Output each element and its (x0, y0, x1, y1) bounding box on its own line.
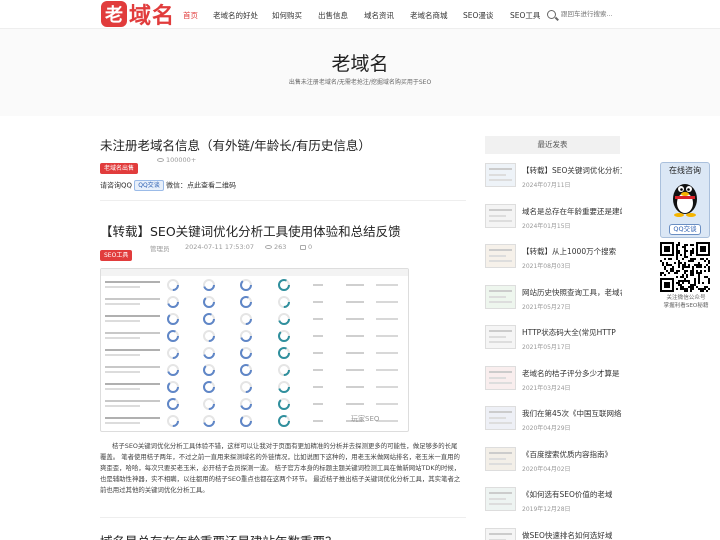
recent-post-title[interactable]: 做SEO快速排名如何选好域 (522, 530, 622, 540)
consult-title: 在线咨询 (669, 166, 701, 175)
nav-item-seo-tools[interactable]: SEO工具 (510, 10, 540, 21)
recent-post-title[interactable]: 域名是总存在年龄重要还是建站年数重要 (522, 206, 622, 217)
nav-item-shop[interactable]: 老域名商城 (410, 10, 448, 21)
recent-post-title[interactable]: 《百度搜索优质内容指南》 (522, 449, 622, 460)
recent-post-item[interactable]: 我们在第45次《中国互联网络 2020年04月29日 (485, 406, 622, 444)
site-title: 老域名 (331, 53, 389, 75)
post-card: 【转载】SEO关键词优化分析工具使用体验和总结反馈 SEO工具 管理员 2024… (100, 221, 466, 521)
tool-screenshot-image: 玩家SEO (101, 269, 408, 427)
divider (100, 517, 466, 518)
recent-post-item[interactable]: 网站历史快照查询工具，老域名 2021年05月27日 (485, 284, 622, 323)
qr-caption-line2: 掌握利看SEO秘籍 (663, 303, 709, 309)
recent-post-title[interactable]: 老域名的桔子评分多少才算是 (522, 368, 622, 379)
wechat-qr-code (660, 242, 710, 292)
eye-icon (157, 158, 164, 162)
post-datetime: 2024-07-11 17:53:07 (185, 243, 255, 251)
nav-item-home[interactable]: 首页 (183, 10, 198, 21)
consult-widget: 在线咨询 QQ交谈 关注微信公众号 掌握利看SEO秘籍 (660, 162, 710, 309)
eye-icon (265, 245, 272, 249)
post-thumbnail[interactable]: 玩家SEO (100, 268, 409, 432)
nav-item-news[interactable]: 域名资讯 (364, 10, 394, 21)
view-count: 100000+ (157, 156, 196, 164)
recent-post-thumbnail[interactable] (485, 284, 516, 309)
qr-caption: 关注微信公众号 掌握利看SEO秘籍 (656, 294, 716, 310)
recent-post-item[interactable]: 《百度搜索优质内容指南》 2020年04月02日 (485, 446, 622, 485)
recent-post-date: 2020年04月02日 (522, 465, 571, 473)
recent-post-date: 2021年05月17日 (522, 344, 571, 351)
post-title[interactable]: 【转载】SEO关键词优化分析工具使用体验和总结反馈 (100, 221, 466, 240)
recent-post-thumbnail[interactable] (485, 244, 516, 268)
recent-post-item[interactable]: 《如何选有SEO价值的老域 2019年12月28日 (485, 487, 620, 525)
site-logo[interactable]: 老 域名 (101, 1, 176, 29)
view-count-value: 263 (274, 243, 287, 251)
contact-prefix: 请咨询QQ (100, 181, 133, 190)
post-title[interactable]: 域名是总存在年龄重要还是建站年数重要？ (100, 531, 466, 540)
recent-post-thumbnail[interactable] (485, 325, 516, 349)
recent-post-thumbnail[interactable] (485, 406, 516, 430)
comment-icon (300, 244, 306, 250)
recent-post-date: 2020年04月29日 (522, 425, 571, 432)
nav-item-how-to-buy[interactable]: 如何购买 (272, 10, 302, 21)
search-input[interactable] (561, 10, 631, 18)
logo-text: 域名 (129, 4, 176, 29)
comment-count-value: 0 (308, 243, 313, 251)
qq-penguin-icon (673, 184, 697, 217)
post-card: 未注册老域名信息（有外链/年龄长/有历史信息） 老域名出售 100000+ 请咨… (100, 135, 466, 191)
recent-post-thumbnail[interactable] (485, 487, 516, 511)
post-card: 域名是总存在年龄重要还是建站年数重要？ (100, 531, 466, 540)
qq-chat-button[interactable]: QQ交谈 (669, 224, 701, 235)
recent-post-title[interactable]: 《如何选有SEO价值的老域 (522, 489, 622, 500)
post-excerpt: 桔子SEO关键词优化分析工具体验不错，这样可以让我对于页面有更加精准的分析并去探… (100, 442, 461, 494)
recent-post-title[interactable]: HTTP状态码大全(常见HTTP (522, 327, 622, 338)
recent-post-date: 2024年01月15日 (522, 222, 571, 230)
watermark: 玩家SEO (351, 414, 380, 423)
wechat-link[interactable]: 微信：点此查看二维码 (166, 182, 236, 190)
page: 老 域名 首页 老域名的好处 如何购买 出售信息 域名资讯 老域名商城 SEO漫… (0, 0, 720, 540)
search-box (547, 7, 631, 21)
nav-item-seo-talk[interactable]: SEO漫谈 (463, 10, 493, 21)
recent-post-date: 2024年07月11日 (522, 182, 571, 189)
contact-line: 请咨询QQ QQ交谈 微信：点此查看二维码 (100, 180, 236, 191)
recent-post-item[interactable]: 做SEO快速排名如何选好域 (485, 527, 622, 540)
category-tag[interactable]: 老域名出售 (100, 163, 139, 174)
recent-post-thumbnail[interactable] (485, 163, 516, 187)
recent-post-thumbnail[interactable] (485, 203, 516, 228)
sidebar: 最近发表 【转载】SEO关键词优化分析工具使用体验和总结反馈 2024年07月11… (485, 136, 622, 540)
recent-post-title[interactable]: 我们在第45次《中国互联网络 (522, 408, 622, 419)
post-author: 管理员 (150, 245, 170, 253)
category-tag[interactable]: SEO工具 (100, 250, 133, 261)
recent-post-item[interactable]: 域名是总存在年龄重要还是建站年数重要 2024年01月15日 (485, 203, 622, 242)
recent-post-title[interactable]: 【转载】SEO关键词优化分析工具使用体验和总结反馈 (522, 165, 622, 176)
comment-count: 0 (300, 243, 312, 251)
recent-post-title[interactable]: 网站历史快照查询工具，老域名 (522, 287, 622, 298)
divider (100, 200, 466, 201)
recent-post-thumbnail[interactable] (485, 365, 516, 390)
online-consult-box[interactable]: 在线咨询 QQ交谈 (660, 162, 710, 238)
qq-chat-button[interactable]: QQ交谈 (134, 180, 164, 191)
nav-item-benefits[interactable]: 老域名的好处 (213, 10, 258, 21)
recent-post-thumbnail[interactable] (485, 446, 516, 471)
recent-post-date: 2021年05月27日 (522, 303, 571, 311)
post-title[interactable]: 未注册老域名信息（有外链/年龄长/有历史信息） (100, 135, 466, 154)
recent-post-date: 2021年08月03日 (522, 263, 571, 270)
nav-item-for-sale[interactable]: 出售信息 (318, 10, 348, 21)
view-count: 263 (265, 243, 286, 251)
view-count-value: 100000+ (166, 156, 197, 164)
recent-post-title[interactable]: 【转载】从上1000万个搜索 (522, 246, 622, 257)
hero-banner: 老域名 出售未注册老域名/无需老抢注/挖掘域名购买用于SEO (0, 28, 720, 116)
qr-caption-line1: 关注微信公众号 (666, 295, 706, 301)
sidebar-heading: 最近发表 (485, 136, 620, 154)
recent-post-item[interactable]: 老域名的桔子评分多少才算是 2021年03月24日 (485, 365, 622, 404)
recent-post-date: 2021年03月24日 (522, 384, 571, 392)
top-navbar: 老 域名 首页 老域名的好处 如何购买 出售信息 域名资讯 老域名商城 SEO漫… (0, 0, 720, 29)
recent-post-item[interactable]: HTTP状态码大全(常见HTTP 2021年05月17日 (485, 325, 620, 363)
search-icon[interactable] (547, 9, 556, 19)
logo-badge: 老 (101, 1, 127, 27)
recent-post-date: 2019年12月28日 (522, 506, 571, 513)
recent-post-item[interactable]: 【转载】从上1000万个搜索 2021年08月03日 (485, 244, 620, 282)
recent-post-item[interactable]: 【转载】SEO关键词优化分析工具使用体验和总结反馈 2024年07月11日 (485, 163, 622, 201)
recent-post-thumbnail[interactable] (485, 527, 516, 540)
site-subtitle: 出售未注册老域名/无需老抢注/挖掘域名购买用于SEO (288, 79, 432, 86)
